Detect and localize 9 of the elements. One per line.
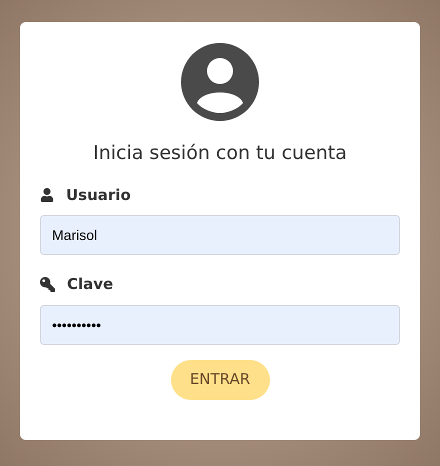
login-title: Inicia sesión con tu cuenta [93,141,347,166]
key-icon [40,276,55,292]
input-field[interactable]: •••••••••• [40,304,400,344]
avatar-icon [180,42,260,122]
submit-button[interactable]: ENTRAR [170,360,270,400]
field-label: Clave [67,274,114,295]
field-label: Usuario [66,184,131,206]
input-field[interactable]: Marisol [40,215,400,255]
user-icon [40,188,54,202]
